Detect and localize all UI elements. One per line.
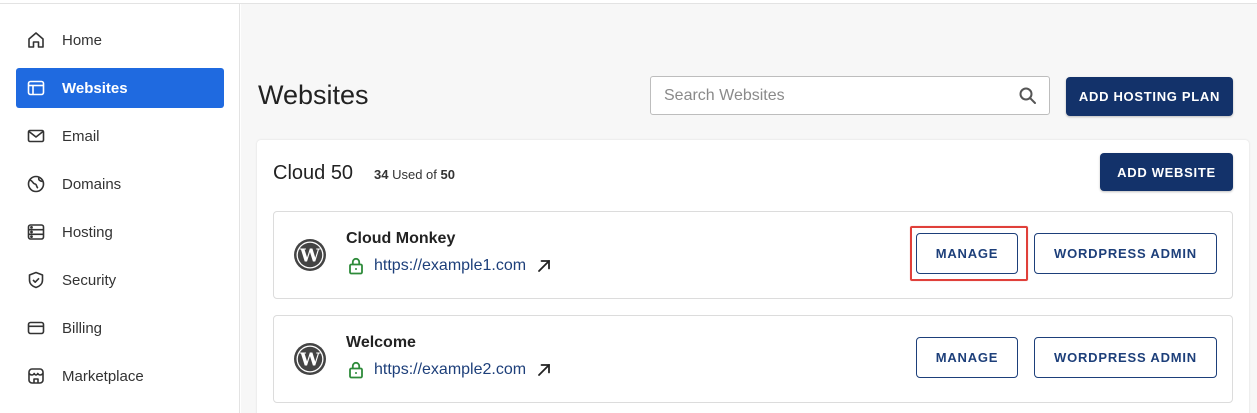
- site-url-link[interactable]: https://example1.com: [374, 257, 526, 275]
- plan-name: Cloud 50: [273, 162, 354, 184]
- sidebar-item-hosting[interactable]: Hosting: [16, 212, 224, 252]
- plan-usage: 34 Used of 50: [374, 167, 455, 182]
- external-link-icon[interactable]: [537, 259, 551, 273]
- home-icon: [25, 29, 47, 51]
- wordpress-icon: W: [293, 342, 327, 376]
- site-link: https://example2.com: [348, 361, 551, 379]
- storefront-icon: [25, 365, 47, 387]
- sidebar: Home Websites Email Domains Hosting Secu…: [0, 4, 240, 413]
- site-link: https://example1.com: [348, 257, 551, 275]
- sidebar-item-billing[interactable]: Billing: [16, 308, 224, 348]
- wordpress-admin-button[interactable]: WORDPRESS ADMIN: [1034, 337, 1217, 378]
- svg-text:W: W: [299, 350, 321, 371]
- sidebar-item-label: Websites: [62, 79, 128, 97]
- site-url-link[interactable]: https://example2.com: [374, 361, 526, 379]
- svg-text:W: W: [299, 246, 321, 267]
- website-row: W Welcome https://example2.com MANAGE WO…: [273, 315, 1233, 403]
- sidebar-item-home[interactable]: Home: [16, 20, 224, 60]
- browser-window-icon: [25, 77, 47, 99]
- globe-icon: [25, 173, 47, 195]
- sidebar-item-label: Email: [62, 127, 100, 145]
- plan-used-count: 34: [374, 167, 389, 182]
- sidebar-item-label: Billing: [62, 319, 103, 337]
- sidebar-item-email[interactable]: Email: [16, 116, 224, 156]
- lock-icon: [348, 361, 364, 379]
- add-hosting-plan-button[interactable]: ADD HOSTING PLAN: [1066, 77, 1233, 116]
- wordpress-icon: W: [293, 238, 327, 272]
- credit-card-icon: [25, 317, 47, 339]
- sidebar-item-security[interactable]: Security: [16, 260, 224, 300]
- sidebar-item-label: Hosting: [62, 223, 113, 241]
- plan-total-count: 50: [440, 167, 455, 182]
- sidebar-item-domains[interactable]: Domains: [16, 164, 224, 204]
- site-name: Cloud Monkey: [346, 230, 456, 247]
- shield-icon: [25, 269, 47, 291]
- sidebar-item-label: Domains: [62, 175, 122, 193]
- search-icon[interactable]: [1018, 86, 1038, 111]
- sidebar-item-label: Home: [62, 31, 103, 49]
- sidebar-item-label: Marketplace: [62, 367, 144, 385]
- lock-icon: [348, 257, 364, 275]
- manage-button[interactable]: MANAGE: [916, 337, 1018, 378]
- search-box[interactable]: [650, 76, 1050, 115]
- wordpress-admin-button[interactable]: WORDPRESS ADMIN: [1034, 233, 1217, 274]
- manage-button[interactable]: MANAGE: [916, 233, 1018, 274]
- site-name: Welcome: [346, 334, 416, 351]
- search-input[interactable]: [651, 77, 991, 114]
- page-title: Websites: [258, 80, 369, 110]
- main-content: Websites ADD HOSTING PLAN Cloud 50 34 Us…: [241, 4, 1257, 413]
- server-icon: [25, 221, 47, 243]
- sidebar-item-label: Security: [62, 271, 117, 289]
- hosting-plan-card: Cloud 50 34 Used of 50 ADD WEBSITE W Clo…: [257, 140, 1249, 413]
- add-website-button[interactable]: ADD WEBSITE: [1100, 153, 1233, 191]
- envelope-icon: [25, 125, 47, 147]
- sidebar-item-websites[interactable]: Websites: [16, 68, 224, 108]
- plan-usage-text: Used of: [392, 167, 437, 182]
- sidebar-item-marketplace[interactable]: Marketplace: [16, 356, 224, 396]
- external-link-icon[interactable]: [537, 363, 551, 377]
- website-row: W Cloud Monkey https://example1.com MANA…: [273, 211, 1233, 299]
